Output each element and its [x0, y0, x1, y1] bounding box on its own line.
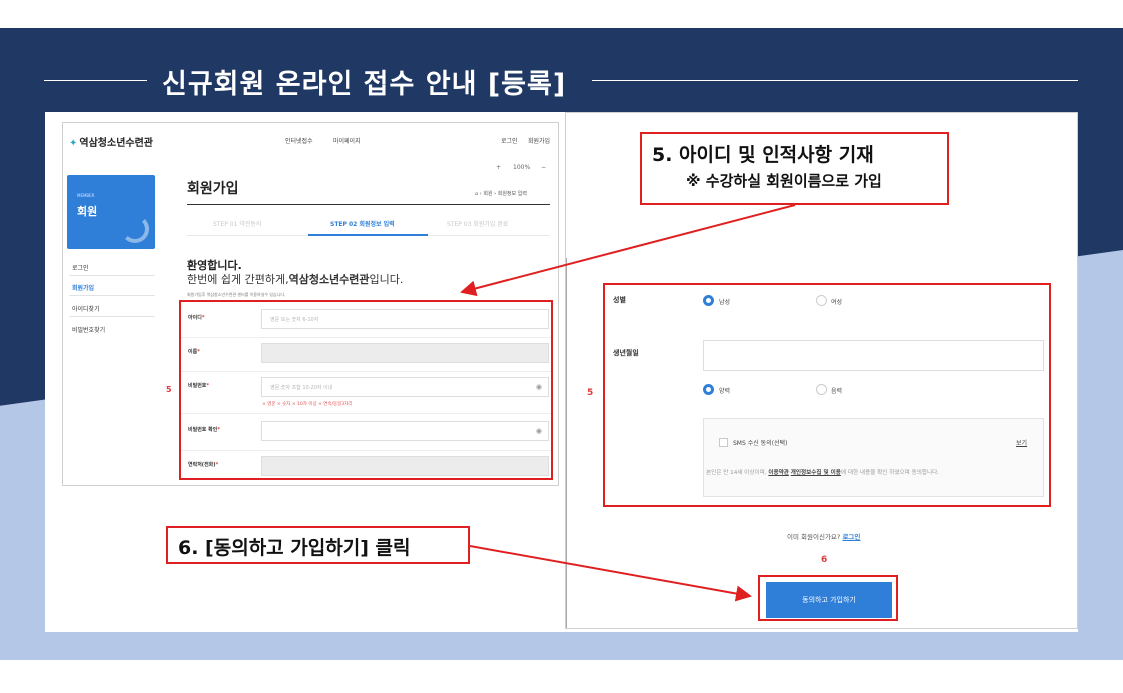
arrow-to-id-fields	[460, 204, 796, 297]
arrow-to-join-button	[469, 545, 752, 602]
annotation-arrows	[460, 204, 796, 602]
